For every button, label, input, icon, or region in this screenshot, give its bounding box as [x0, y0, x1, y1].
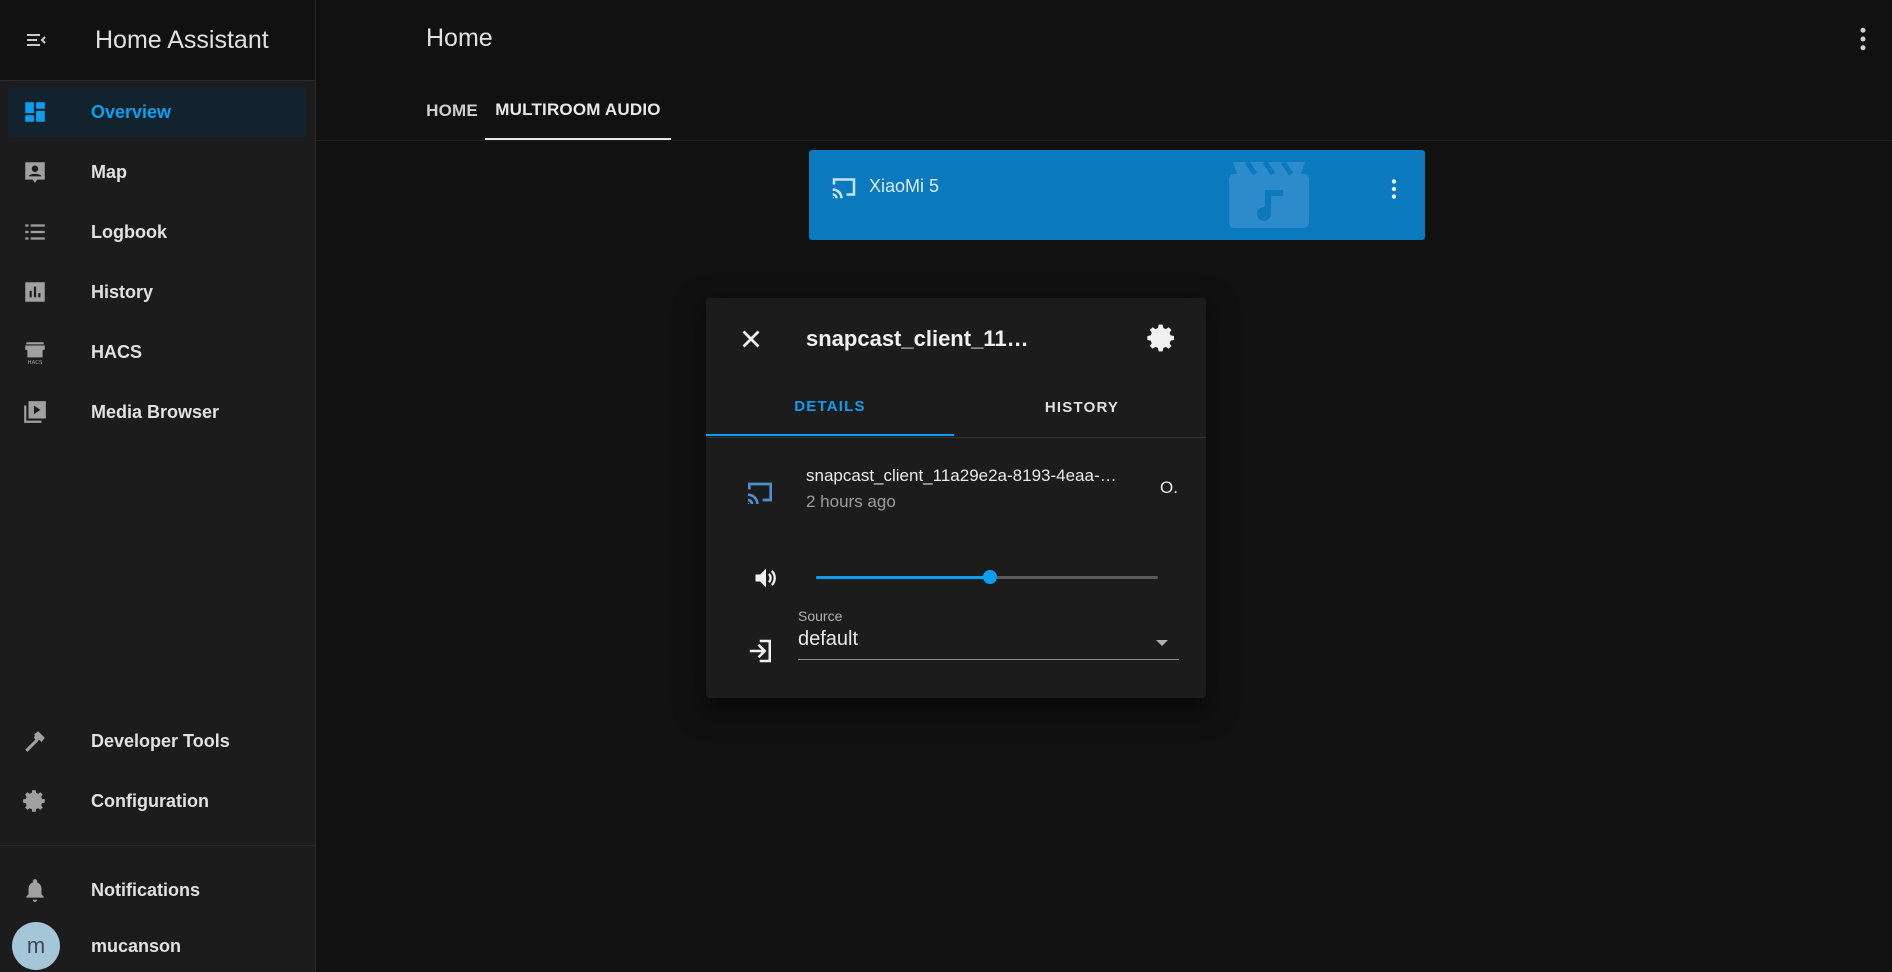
svg-text:HACS: HACS	[28, 360, 43, 365]
tab-history[interactable]: HISTORY	[958, 378, 1206, 436]
avatar: m	[12, 922, 60, 970]
bell-icon	[26, 879, 44, 902]
sidebar-item-logbook[interactable]: Logbook	[8, 207, 307, 257]
hammer-icon	[25, 731, 45, 752]
sidebar-item-label: Overview	[91, 101, 172, 122]
user-name: mucanson	[91, 936, 182, 956]
app-title: Home Assistant	[95, 25, 269, 54]
source-select[interactable]: Source default	[706, 604, 1206, 674]
chart-box-icon	[25, 282, 45, 302]
volume-slider[interactable]	[816, 570, 1158, 584]
menu-down-icon	[1156, 640, 1168, 646]
cast-icon	[748, 482, 772, 504]
sidebar-item-label: Notifications	[91, 879, 201, 900]
volume-slider-knob[interactable]	[983, 570, 998, 584]
menu-collapse-icon	[27, 34, 46, 46]
cast-icon	[832, 178, 856, 199]
close-icon[interactable]	[736, 324, 766, 354]
login-variant-icon	[749, 639, 771, 663]
sidebar-item-notifications[interactable]: Notifications	[8, 865, 307, 915]
sidebar-item-label: Media Browser	[91, 401, 220, 422]
volume-slider-fill	[816, 576, 991, 579]
cog-icon	[23, 790, 45, 812]
sidebar-item-user[interactable]: m mucanson	[0, 922, 315, 972]
hacs-store-icon: HACS	[25, 342, 45, 365]
sidebar-item-label: Developer Tools	[91, 730, 230, 751]
sidebar-item-media-browser[interactable]: Media Browser	[8, 387, 307, 437]
sidebar-item-history[interactable]: History	[8, 267, 307, 317]
source-underline	[798, 659, 1179, 660]
entity-state: O.	[1160, 478, 1178, 497]
top-app-bar: Home HOME MULTIROOM AUDIO	[316, 0, 1892, 141]
format-list-bulleted-icon	[25, 224, 45, 240]
cog-icon[interactable]	[1146, 322, 1178, 354]
dots-vertical-icon	[1860, 27, 1866, 51]
sidebar-item-label: Logbook	[91, 221, 167, 242]
entity-last-changed: 2 hours ago	[806, 492, 896, 511]
sidebar-item-label: HACS	[91, 341, 143, 362]
page-title: Home	[426, 24, 493, 52]
sidebar-item-label: History	[91, 281, 154, 302]
volume-high-icon[interactable]	[752, 564, 780, 592]
sidebar: Home Assistant Overview Map Logbook Hist…	[0, 0, 316, 972]
dialog-tabs-divider	[706, 437, 1206, 438]
media-player-card[interactable]: XiaoMi 5	[809, 150, 1425, 240]
tab-multiroom-audio[interactable]: MULTIROOM AUDIO	[485, 82, 671, 140]
media-player-name: XiaoMi 5	[869, 176, 940, 196]
view-dashboard-icon	[25, 102, 45, 122]
sidebar-item-map[interactable]: Map	[8, 147, 307, 197]
sidebar-header: Home Assistant	[0, 0, 315, 81]
dots-vertical-icon[interactable]	[1381, 176, 1407, 202]
overflow-menu-button[interactable]	[1848, 24, 1878, 54]
source-label: Source	[798, 608, 843, 624]
sidebar-item-developer-tools[interactable]: Developer Tools	[8, 716, 307, 766]
tab-home[interactable]: HOME	[416, 82, 488, 140]
account-box-icon	[25, 162, 45, 183]
entity-name: snapcast_client_11a29e2a-8193-4eaa-…	[806, 466, 1117, 485]
source-value: default	[798, 628, 859, 650]
sidebar-item-label: Map	[91, 161, 127, 182]
sidebar-divider	[0, 845, 315, 846]
sidebar-item-label: Configuration	[91, 790, 209, 811]
play-box-multiple-icon	[24, 401, 46, 423]
sidebar-item-hacs[interactable]: HACS HACS	[8, 327, 307, 377]
more-info-dialog: snapcast_client_11a29e2a-81… DETAILS HIS…	[706, 298, 1206, 698]
volume-row	[706, 548, 1206, 608]
menu-collapse-button[interactable]	[0, 0, 72, 80]
entity-state-row: snapcast_client_11a29e2a-8193-4eaa-… 2 h…	[706, 458, 1206, 530]
sidebar-item-overview[interactable]: Overview	[8, 87, 307, 137]
sidebar-item-configuration[interactable]: Configuration	[8, 776, 307, 826]
dialog-title: snapcast_client_11a29e2a-81…	[806, 326, 1036, 351]
movie-music-icon	[1229, 162, 1309, 228]
tab-details[interactable]: DETAILS	[706, 378, 954, 436]
